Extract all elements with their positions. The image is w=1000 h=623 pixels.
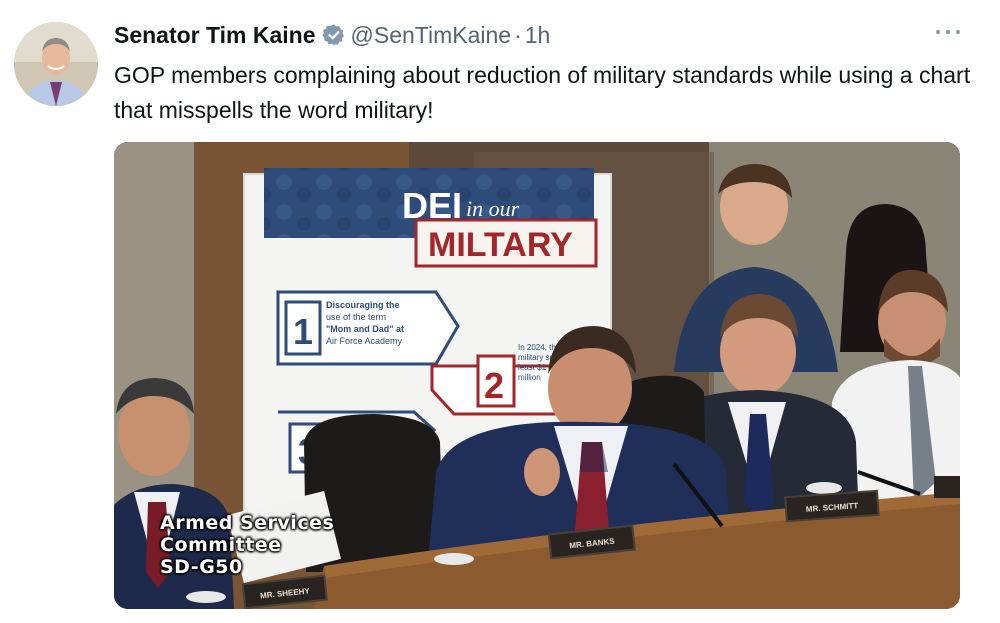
author-handle[interactable]: @SenTimKaine xyxy=(351,22,512,49)
sign-title-military: MILTARY xyxy=(428,226,573,264)
item1-line4: Air Force Academy xyxy=(326,336,403,346)
item1-line2: use of the term xyxy=(326,312,386,322)
caption-line1: Armed Services xyxy=(160,512,335,534)
video-caption: Armed Services Committee SD-G50 xyxy=(160,512,334,578)
author-name[interactable]: Senator Tim Kaine xyxy=(114,22,316,49)
item1-line1: Discouraging the xyxy=(326,300,400,310)
item2-line4: million xyxy=(518,373,541,382)
avatar[interactable] xyxy=(14,22,98,106)
item2-line2: military sp xyxy=(518,353,555,362)
item1-line3: "Mom and Dad" at xyxy=(326,324,404,334)
verified-badge-icon xyxy=(321,24,344,46)
more-options-icon[interactable] xyxy=(936,24,960,40)
item2-number: 2 xyxy=(484,365,504,406)
tweet-header: Senator Tim Kaine @SenTimKaine · 1h xyxy=(114,20,550,50)
sign-title-in-our: in our xyxy=(466,196,520,221)
item1-number: 1 xyxy=(293,311,313,352)
separator-dot: · xyxy=(514,21,522,48)
timestamp[interactable]: 1h xyxy=(525,22,551,49)
tweet-text: GOP members complaining about reduction … xyxy=(114,62,971,123)
caption-line2: Committee xyxy=(160,534,282,556)
tweet-media-image[interactable]: DEI in our MILTARY 1 Discouraging the us… xyxy=(114,142,960,609)
caption-line3: SD-G50 xyxy=(160,556,243,578)
item2-line3: least $1 xyxy=(518,363,547,372)
